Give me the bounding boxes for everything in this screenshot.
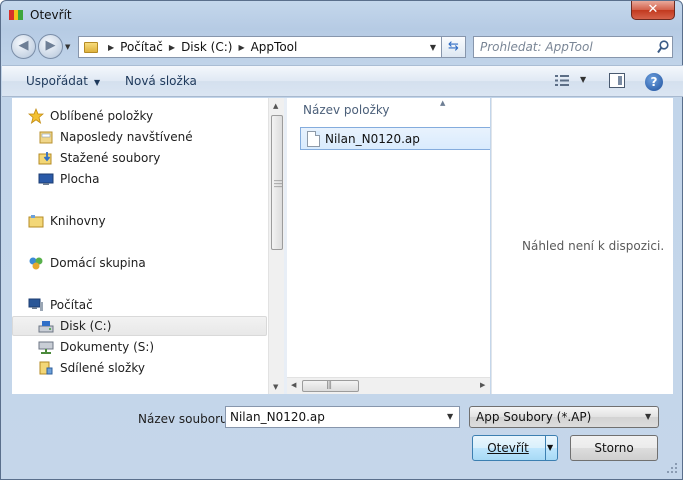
sort-ascending-icon: ▲ — [440, 99, 446, 107]
help-icon[interactable]: ? — [645, 73, 663, 91]
open-file-dialog: Otevřít ✕ ◀ ▶ ▼ ▶ Počítač ▶ Disk (C:) ▶ … — [0, 0, 683, 480]
search-box[interactable] — [473, 36, 673, 58]
file-icon — [307, 130, 320, 147]
scroll-up-icon[interactable]: ▲ — [273, 102, 278, 110]
sidebar-item-label: Stažené soubory — [60, 151, 161, 165]
sidebar-item-desktop[interactable]: Plocha — [38, 169, 99, 189]
sidebar-item-label: Oblíbené položky — [50, 109, 154, 123]
sidebar-item-recent-places[interactable]: Naposledy navštívené — [38, 127, 193, 147]
organize-button[interactable]: Uspořádat ▼ — [26, 74, 100, 88]
resize-grip-icon[interactable] — [665, 461, 679, 475]
grip-icon: ||| — [326, 380, 332, 389]
scroll-right-icon[interactable]: ▶ — [480, 381, 485, 389]
desktop-icon — [38, 173, 54, 185]
file-list: Název položky ▲ Nilan_N0120.ap — [287, 98, 490, 377]
navigation-pane-scrollbar[interactable]: ▲ ― ― ― ▼ — [268, 98, 284, 394]
sidebar-item-shared-folders[interactable]: Sdílené složky — [38, 358, 145, 378]
recent-places-icon — [39, 131, 53, 144]
view-dropdown-icon[interactable]: ▼ — [580, 75, 586, 84]
scrollbar-thumb[interactable]: ― ― ― — [271, 115, 283, 250]
libraries-icon — [28, 215, 44, 228]
cancel-button[interactable]: Storno — [570, 435, 658, 461]
sidebar-item-label: Naposledy navštívené — [60, 130, 193, 144]
computer-icon — [28, 298, 43, 311]
sidebar-item-favorites[interactable]: Oblíbené položky — [28, 106, 153, 126]
preview-pane: Náhled není k dispozici. — [491, 98, 673, 394]
sidebar-item-libraries[interactable]: Knihovny — [28, 211, 106, 231]
organize-label: Uspořádat — [26, 74, 88, 88]
command-bar: Uspořádat ▼ Nová složka ▼ ? — [2, 65, 683, 97]
folder-icon — [84, 41, 98, 53]
recent-pages-dropdown-icon[interactable]: ▼ — [65, 43, 70, 51]
split-divider — [545, 436, 546, 460]
breadcrumb: ▶ Počítač ▶ Disk (C:) ▶ AppTool — [102, 40, 297, 54]
sidebar-item-label: Dokumenty (S:) — [60, 340, 155, 354]
sidebar-item-homegroup[interactable]: Domácí skupina — [28, 253, 146, 273]
new-folder-button[interactable]: Nová složka — [125, 74, 197, 88]
preview-pane-toggle[interactable] — [609, 73, 625, 88]
scroll-down-icon[interactable]: ▼ — [273, 383, 278, 391]
navigation-pane: Oblíbené položky Naposledy navštívené St… — [12, 98, 269, 394]
refresh-button[interactable]: ⇆ — [442, 36, 466, 58]
filetype-value: App Soubory (*.AP) — [476, 410, 592, 424]
sidebar-item-label: Knihovny — [50, 214, 106, 228]
sidebar-item-disk-c[interactable]: Disk (C:) — [12, 316, 267, 336]
filename-combobox[interactable]: ▼ — [225, 406, 460, 428]
breadcrumb-computer[interactable]: Počítač — [120, 40, 163, 54]
sidebar-item-downloads[interactable]: Stažené soubory — [38, 148, 160, 168]
chevron-down-icon[interactable]: ▼ — [447, 412, 453, 421]
sidebar-item-label: Disk (C:) — [60, 319, 112, 333]
scrollbar-thumb[interactable]: ||| — [302, 380, 359, 392]
title-bar[interactable]: Otevřít ✕ — [1, 1, 682, 31]
forward-arrow-icon: ▶ — [45, 38, 56, 53]
filename-label: Název souboru: — [138, 412, 232, 426]
back-button[interactable]: ◀ — [11, 34, 36, 59]
chevron-down-icon: ▼ — [645, 412, 652, 421]
sidebar-item-label: Plocha — [60, 172, 100, 186]
column-header-name[interactable]: Název položky ▲ — [303, 99, 445, 117]
chevron-right-icon[interactable]: ▶ — [238, 43, 244, 52]
file-name: Nilan_N0120.ap — [325, 131, 420, 146]
column-header-label: Název položky — [303, 103, 390, 117]
network-drive-icon — [38, 341, 54, 354]
star-icon — [28, 108, 44, 124]
downloads-folder-icon — [38, 152, 52, 165]
shared-folder-icon — [39, 361, 53, 375]
list-item[interactable]: Nilan_N0120.ap — [300, 127, 490, 150]
sidebar-item-label: Sdílené složky — [60, 361, 145, 375]
grip-icon: ― ― ― — [274, 176, 282, 191]
search-input[interactable] — [480, 39, 650, 55]
sidebar-item-computer[interactable]: Počítač — [28, 295, 93, 315]
preview-pane-icon — [618, 76, 622, 85]
address-bar[interactable]: ▶ Počítač ▶ Disk (C:) ▶ AppTool ▼ — [78, 36, 442, 58]
filename-field[interactable] — [230, 409, 440, 425]
breadcrumb-disk-c[interactable]: Disk (C:) — [181, 40, 232, 54]
breadcrumb-apptool[interactable]: AppTool — [251, 40, 298, 54]
close-button[interactable]: ✕ — [631, 1, 675, 20]
open-options-dropdown-icon[interactable]: ▼ — [547, 436, 553, 460]
sidebar-item-label: Domácí skupina — [50, 256, 146, 270]
open-button-label: Otevřít — [487, 441, 529, 455]
local-disk-icon — [38, 321, 54, 333]
sidebar-item-network-drive[interactable]: Dokumenty (S:) — [38, 337, 154, 357]
chevron-right-icon[interactable]: ▶ — [169, 43, 175, 52]
forward-button[interactable]: ▶ — [38, 34, 63, 59]
filetype-select[interactable]: App Soubory (*.AP) ▼ — [469, 406, 659, 428]
back-arrow-icon: ◀ — [18, 38, 29, 53]
sidebar-item-label: Počítač — [50, 298, 93, 312]
chevron-down-icon: ▼ — [93, 78, 101, 87]
preview-unavailable-text: Náhled není k dispozici. — [522, 239, 665, 253]
homegroup-icon — [29, 257, 43, 270]
open-button[interactable]: Otevřít ▼ — [472, 435, 558, 461]
search-icon[interactable] — [657, 40, 669, 54]
scroll-left-icon[interactable]: ◀ — [291, 381, 296, 389]
chevron-right-icon[interactable]: ▶ — [108, 43, 114, 52]
refresh-icon: ⇆ — [448, 39, 459, 54]
window-title: Otevřít — [30, 8, 72, 22]
view-options-icon[interactable] — [555, 74, 569, 87]
chevron-down-icon[interactable]: ▼ — [430, 43, 436, 52]
app-icon — [9, 10, 24, 20]
file-list-horizontal-scrollbar[interactable]: ◀ ||| ▶ — [287, 377, 490, 394]
